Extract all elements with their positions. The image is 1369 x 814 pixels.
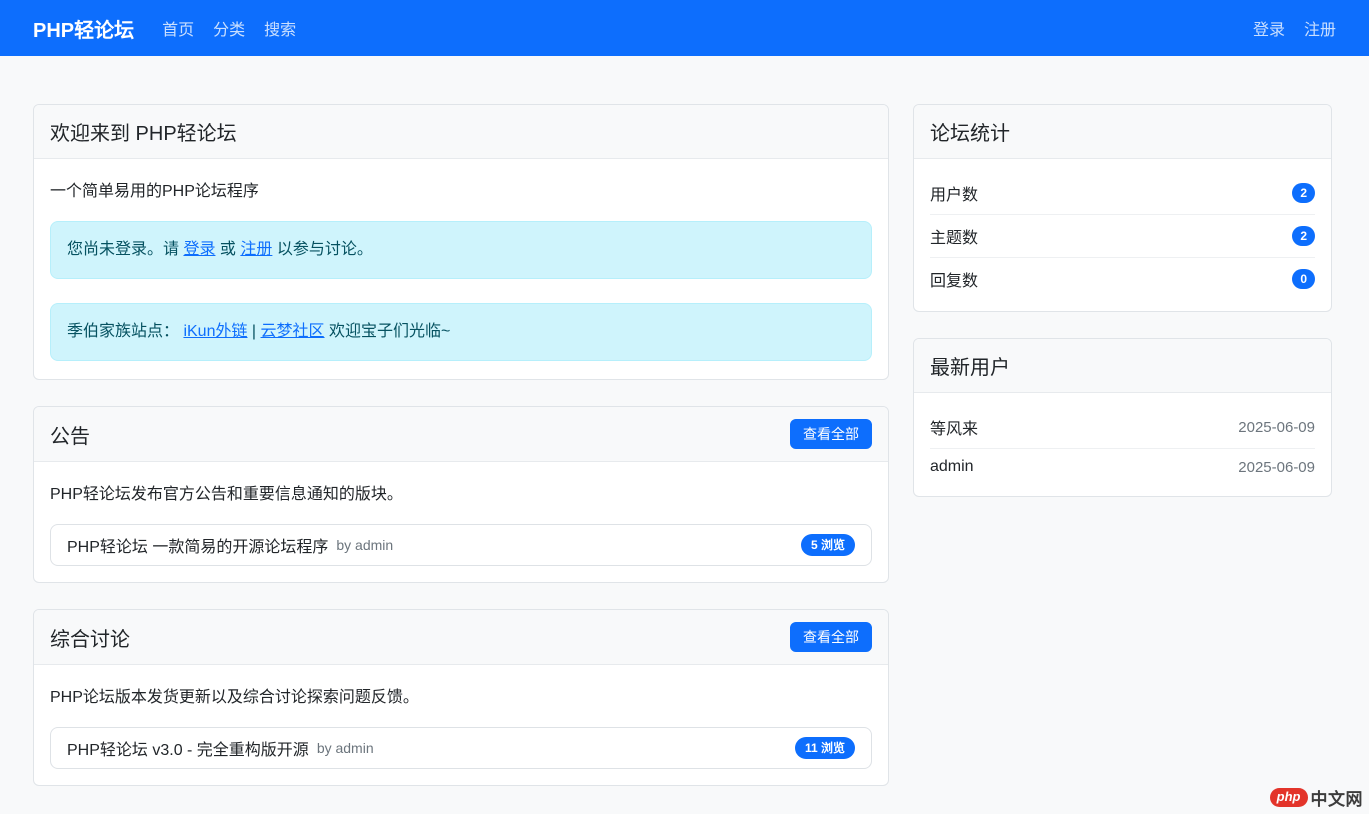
sidebar-column: 论坛统计 用户数 2 主题数 2 回复数 0 最新用户 <box>913 104 1332 523</box>
nav-item-categories[interactable]: 分类 <box>213 16 245 40</box>
board-description: PHP论坛版本发货更新以及综合讨论探索问题反馈。 <box>50 683 872 707</box>
welcome-title: 欢迎来到 PHP轻论坛 <box>50 117 237 146</box>
topic-author: by admin <box>317 740 374 756</box>
login-alert-text: 您尚未登录。请 <box>67 241 183 258</box>
php-logo-icon: php <box>1270 788 1308 807</box>
latest-users-body: 等风来 2025-06-09 admin 2025-06-09 <box>914 393 1331 496</box>
board-header: 公告 查看全部 <box>34 407 888 462</box>
stat-value-badge: 2 <box>1292 226 1315 246</box>
view-all-button[interactable]: 查看全部 <box>790 622 872 652</box>
stat-row-users: 用户数 2 <box>930 175 1315 215</box>
yunmeng-link[interactable]: 云梦社区 <box>261 323 325 340</box>
welcome-card: 欢迎来到 PHP轻论坛 一个简单易用的PHP论坛程序 您尚未登录。请 登录 或 … <box>33 104 889 380</box>
stat-row-replies: 回复数 0 <box>930 258 1315 295</box>
forum-stats-header: 论坛统计 <box>914 105 1331 159</box>
nav-item-login[interactable]: 登录 <box>1253 16 1285 40</box>
user-row: admin 2025-06-09 <box>930 449 1315 480</box>
stat-row-topics: 主题数 2 <box>930 215 1315 258</box>
topic-row[interactable]: PHP轻论坛 一款简易的开源论坛程序 by admin 5 浏览 <box>50 524 872 566</box>
topic-title-link[interactable]: PHP轻论坛 v3.0 - 完全重构版开源 <box>67 736 309 760</box>
nav-links: 首页 分类 搜索 <box>162 16 296 40</box>
page-container: 欢迎来到 PHP轻论坛 一个简单易用的PHP论坛程序 您尚未登录。请 登录 或 … <box>0 56 1369 812</box>
nav-item-search[interactable]: 搜索 <box>264 16 296 40</box>
board-card-announcements: 公告 查看全部 PHP轻论坛发布官方公告和重要信息通知的版块。 PHP轻论坛 一… <box>33 406 889 583</box>
php-cn-watermark: php 中文网 <box>1270 785 1363 810</box>
topic-views-badge: 5 浏览 <box>801 534 855 556</box>
stat-value-badge: 0 <box>1292 269 1315 289</box>
forum-stats-card: 论坛统计 用户数 2 主题数 2 回复数 0 <box>913 104 1332 312</box>
board-title: 综合讨论 <box>50 623 130 652</box>
stat-value-badge: 2 <box>1292 183 1315 203</box>
topic-row[interactable]: PHP轻论坛 v3.0 - 完全重构版开源 by admin 11 浏览 <box>50 727 872 769</box>
welcome-card-header: 欢迎来到 PHP轻论坛 <box>34 105 888 159</box>
stat-label: 主题数 <box>930 224 978 248</box>
family-alert-separator: | <box>247 323 260 340</box>
topic-views-badge: 11 浏览 <box>795 737 855 759</box>
board-card-general: 综合讨论 查看全部 PHP论坛版本发货更新以及综合讨论探索问题反馈。 PHP轻论… <box>33 609 889 786</box>
login-alert-text: 以参与讨论。 <box>272 241 372 258</box>
register-link[interactable]: 注册 <box>240 241 272 258</box>
stat-label: 回复数 <box>930 267 978 291</box>
latest-users-header: 最新用户 <box>914 339 1331 393</box>
ikun-link[interactable]: iKun外链 <box>183 323 247 340</box>
view-all-button[interactable]: 查看全部 <box>790 419 872 449</box>
board-title: 公告 <box>50 420 90 449</box>
brand-logo[interactable]: PHP轻论坛 <box>33 14 134 43</box>
user-join-date: 2025-06-09 <box>1238 459 1315 476</box>
family-alert-text: 季伯家族站点： <box>67 323 183 340</box>
board-description: PHP轻论坛发布官方公告和重要信息通知的版块。 <box>50 480 872 504</box>
main-column: 欢迎来到 PHP轻论坛 一个简单易用的PHP论坛程序 您尚未登录。请 登录 或 … <box>33 104 889 812</box>
nav-auth-links: 登录 注册 <box>1253 16 1336 40</box>
watermark-text: 中文网 <box>1311 785 1364 810</box>
login-link[interactable]: 登录 <box>183 241 215 258</box>
board-body: PHP轻论坛发布官方公告和重要信息通知的版块。 PHP轻论坛 一款简易的开源论坛… <box>34 462 888 582</box>
family-alert-text: 欢迎宝子们光临~ <box>325 323 451 340</box>
forum-stats-body: 用户数 2 主题数 2 回复数 0 <box>914 159 1331 311</box>
stat-label: 用户数 <box>930 181 978 205</box>
welcome-card-body: 一个简单易用的PHP论坛程序 您尚未登录。请 登录 或 注册 以参与讨论。 季伯… <box>34 159 888 379</box>
user-name: 等风来 <box>930 415 978 439</box>
user-row: 等风来 2025-06-09 <box>930 409 1315 449</box>
login-alert-text: 或 <box>215 241 240 258</box>
nav-item-home[interactable]: 首页 <box>162 16 194 40</box>
nav-item-register[interactable]: 注册 <box>1304 16 1336 40</box>
navbar: PHP轻论坛 首页 分类 搜索 登录 注册 <box>0 0 1369 56</box>
latest-users-card: 最新用户 等风来 2025-06-09 admin 2025-06-09 <box>913 338 1332 497</box>
board-body: PHP论坛版本发货更新以及综合讨论探索问题反馈。 PHP轻论坛 v3.0 - 完… <box>34 665 888 785</box>
welcome-subtitle: 一个简单易用的PHP论坛程序 <box>50 177 872 201</box>
topic-title-link[interactable]: PHP轻论坛 一款简易的开源论坛程序 <box>67 533 328 557</box>
user-join-date: 2025-06-09 <box>1238 419 1315 436</box>
family-sites-alert: 季伯家族站点： iKun外链 | 云梦社区 欢迎宝子们光临~ <box>50 303 872 361</box>
login-alert: 您尚未登录。请 登录 或 注册 以参与讨论。 <box>50 221 872 279</box>
latest-users-title: 最新用户 <box>930 351 1010 380</box>
board-header: 综合讨论 查看全部 <box>34 610 888 665</box>
user-name: admin <box>930 458 974 476</box>
topic-author: by admin <box>336 537 393 553</box>
forum-stats-title: 论坛统计 <box>930 117 1010 146</box>
